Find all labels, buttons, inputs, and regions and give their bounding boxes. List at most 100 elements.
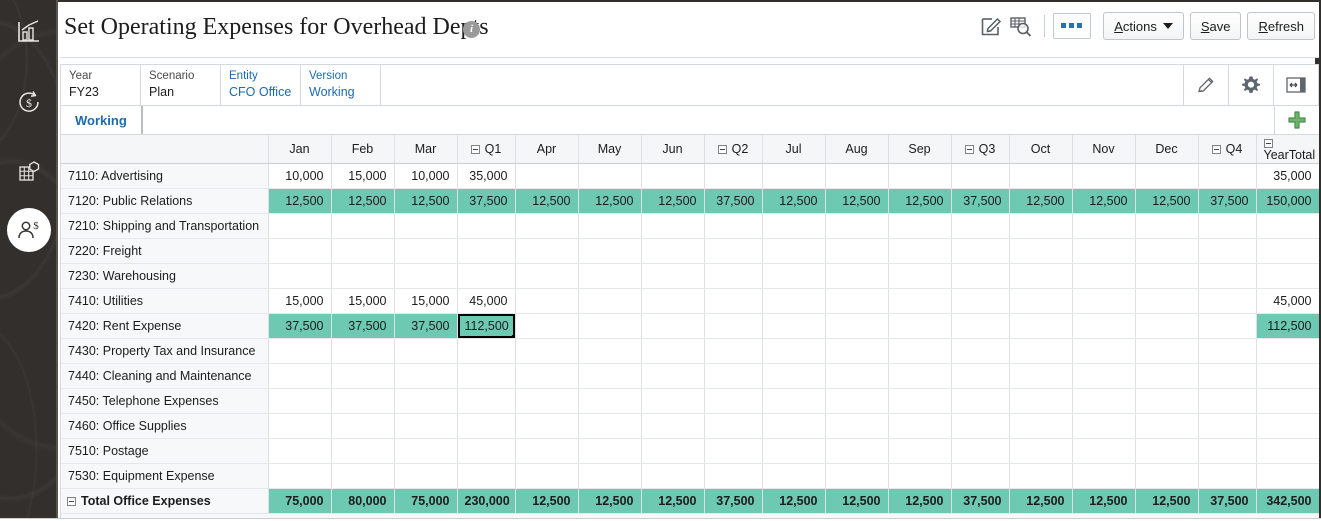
- grid-cell[interactable]: [641, 213, 705, 239]
- grid-cell[interactable]: 35,000: [1256, 163, 1319, 189]
- row-header[interactable]: 7510: Postage: [61, 438, 269, 464]
- row-header[interactable]: Total Office Expenses: [61, 487, 269, 514]
- grid-cell[interactable]: [1135, 213, 1199, 239]
- grid-cell[interactable]: [394, 463, 458, 489]
- grid-cell[interactable]: [457, 363, 516, 389]
- column-header-nov[interactable]: Nov: [1072, 135, 1136, 164]
- grid-cell[interactable]: [704, 363, 763, 389]
- grid-cell[interactable]: 12,500: [1135, 487, 1199, 514]
- grid-cell[interactable]: [762, 338, 826, 364]
- grid-cell[interactable]: [1198, 213, 1257, 239]
- grid-cell[interactable]: [394, 438, 458, 464]
- grid-cell[interactable]: [825, 463, 889, 489]
- grid-cell[interactable]: 15,000: [268, 288, 332, 314]
- grid-cell[interactable]: [1256, 463, 1319, 489]
- grid-cell[interactable]: [888, 438, 952, 464]
- grid-cell[interactable]: [704, 263, 763, 289]
- grid-cell[interactable]: [515, 463, 579, 489]
- grid-cell[interactable]: [825, 263, 889, 289]
- grid-cell[interactable]: 37,500: [704, 188, 763, 214]
- grid-cell[interactable]: [1072, 388, 1136, 414]
- grid-cell[interactable]: [331, 463, 395, 489]
- grid-cell[interactable]: [457, 388, 516, 414]
- column-header-dec[interactable]: Dec: [1135, 135, 1199, 164]
- grid-cell[interactable]: [394, 213, 458, 239]
- grid-cell[interactable]: [1009, 313, 1073, 339]
- grid-cell[interactable]: [704, 313, 763, 339]
- pov-dimension-year[interactable]: Year FY23: [61, 65, 141, 105]
- row-header[interactable]: 7420: Rent Expense: [61, 313, 269, 339]
- row-header[interactable]: 7460: Office Supplies: [61, 413, 269, 439]
- grid-cell[interactable]: [515, 438, 579, 464]
- column-header-apr[interactable]: Apr: [515, 135, 579, 164]
- grid-cell[interactable]: 37,500: [331, 313, 395, 339]
- grid-cell[interactable]: [1072, 238, 1136, 264]
- grid-cell[interactable]: [578, 238, 642, 264]
- grid-cell[interactable]: [825, 313, 889, 339]
- grid-cell[interactable]: [762, 388, 826, 414]
- grid-cell[interactable]: [1256, 238, 1319, 264]
- grid-cell[interactable]: [515, 413, 579, 439]
- grid-cell[interactable]: 12,500: [1072, 188, 1136, 214]
- grid-cell[interactable]: 12,500: [641, 487, 705, 514]
- column-header-may[interactable]: May: [578, 135, 642, 164]
- grid-cell[interactable]: 12,500: [762, 487, 826, 514]
- grid-cell[interactable]: [1198, 163, 1257, 189]
- grid-cell[interactable]: [1198, 463, 1257, 489]
- grid-cell[interactable]: [1135, 313, 1199, 339]
- grid-cell[interactable]: 15,000: [331, 163, 395, 189]
- grid-cell[interactable]: [951, 338, 1010, 364]
- grid-cell[interactable]: [762, 263, 826, 289]
- grid-cell[interactable]: [1009, 288, 1073, 314]
- grid-cell[interactable]: [578, 213, 642, 239]
- grid-cell[interactable]: [578, 338, 642, 364]
- grid-cell[interactable]: 37,500: [1198, 487, 1257, 514]
- grid-cell[interactable]: [704, 438, 763, 464]
- grid-cell[interactable]: [1009, 163, 1073, 189]
- column-header-yeartotal[interactable]: YearTotal: [1256, 135, 1319, 164]
- grid-cell[interactable]: [331, 413, 395, 439]
- grid-cell[interactable]: [888, 313, 952, 339]
- grid-cell[interactable]: 12,500: [1009, 188, 1073, 214]
- grid-cell[interactable]: [641, 463, 705, 489]
- grid-cell[interactable]: [1072, 338, 1136, 364]
- row-header[interactable]: 7220: Freight: [61, 238, 269, 264]
- grid-cell[interactable]: [1072, 263, 1136, 289]
- grid-cell[interactable]: [1256, 438, 1319, 464]
- grid-cell[interactable]: [394, 263, 458, 289]
- grid-cell[interactable]: [1009, 388, 1073, 414]
- cube-grid-icon[interactable]: [7, 150, 51, 194]
- grid-cell[interactable]: [331, 213, 395, 239]
- grid-cell[interactable]: [888, 163, 952, 189]
- grid-cell[interactable]: [762, 213, 826, 239]
- grid-cell[interactable]: [457, 213, 516, 239]
- grid-cell[interactable]: [704, 288, 763, 314]
- grid-cell[interactable]: [1009, 363, 1073, 389]
- column-header-jan[interactable]: Jan: [268, 135, 332, 164]
- grid-cell[interactable]: [331, 338, 395, 364]
- grid-cell[interactable]: [394, 388, 458, 414]
- grid-cell[interactable]: [394, 413, 458, 439]
- grid-cell[interactable]: [1135, 363, 1199, 389]
- grid-cell[interactable]: [1198, 338, 1257, 364]
- grid-cell[interactable]: [1072, 288, 1136, 314]
- grid-cell[interactable]: 45,000: [457, 288, 516, 314]
- grid-cell[interactable]: [1135, 338, 1199, 364]
- grid-cell[interactable]: [1072, 438, 1136, 464]
- grid-cell[interactable]: [268, 338, 332, 364]
- grid-cell[interactable]: [951, 313, 1010, 339]
- tab-working[interactable]: Working: [61, 106, 143, 134]
- grid-cell[interactable]: 12,500: [394, 188, 458, 214]
- grid-cell[interactable]: [825, 288, 889, 314]
- actions-button[interactable]: Actions: [1103, 12, 1184, 40]
- collapse-icon[interactable]: [717, 144, 727, 154]
- column-header-jul[interactable]: Jul: [762, 135, 826, 164]
- grid-cell[interactable]: [1072, 213, 1136, 239]
- collapse-icon[interactable]: [964, 144, 974, 154]
- gear-icon[interactable]: [1229, 65, 1274, 105]
- grid-cell[interactable]: [394, 338, 458, 364]
- grid-cell[interactable]: [1256, 213, 1319, 239]
- grid-cell[interactable]: 37,500: [1198, 188, 1257, 214]
- grid-cell[interactable]: [1135, 263, 1199, 289]
- grid-cell[interactable]: [762, 413, 826, 439]
